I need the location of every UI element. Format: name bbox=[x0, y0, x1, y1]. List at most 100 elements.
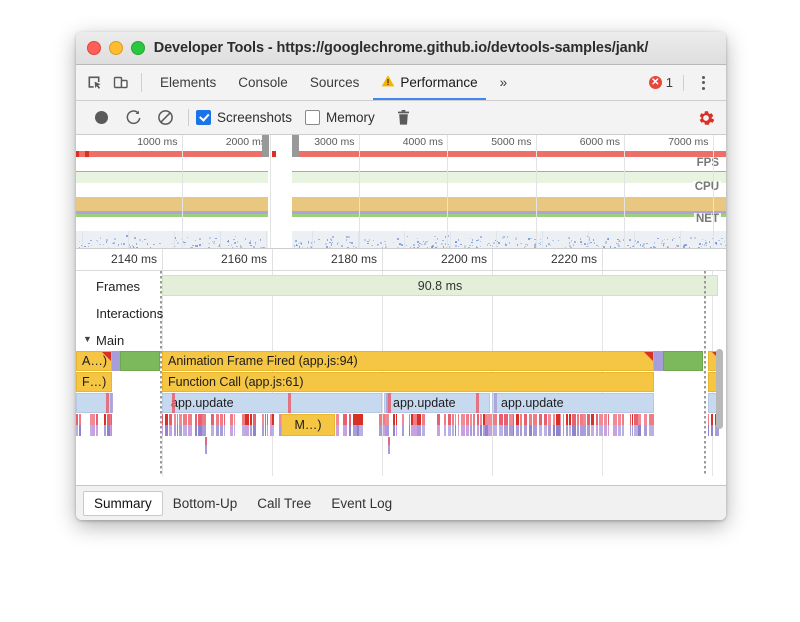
flame-microbar[interactable] bbox=[436, 425, 441, 436]
flame-microbar[interactable] bbox=[96, 425, 98, 436]
flame-microbar[interactable] bbox=[253, 414, 256, 425]
flame-microbar[interactable] bbox=[219, 425, 224, 436]
flame-microbar[interactable] bbox=[103, 414, 106, 425]
selection-end-marker[interactable] bbox=[704, 271, 706, 476]
flame-microbar[interactable] bbox=[447, 414, 451, 425]
flame-microbar[interactable] bbox=[210, 414, 214, 425]
flame-microbar[interactable] bbox=[519, 414, 523, 425]
flame-microbar[interactable] bbox=[169, 414, 173, 425]
flame-block-rendering[interactable] bbox=[112, 351, 120, 371]
flame-block-painting[interactable] bbox=[120, 351, 160, 371]
flame-microbar[interactable] bbox=[162, 414, 163, 425]
flame-microbar[interactable] bbox=[577, 425, 579, 436]
flame-microbar[interactable] bbox=[215, 425, 219, 436]
memory-checkbox[interactable]: Memory bbox=[305, 110, 375, 125]
track-label-interactions[interactable]: Interactions bbox=[96, 306, 163, 321]
flame-microbar[interactable] bbox=[183, 425, 188, 436]
flame-microbar[interactable] bbox=[621, 414, 624, 425]
flame-microbar[interactable] bbox=[162, 425, 163, 436]
flame-microbar[interactable] bbox=[249, 414, 253, 425]
flame-microbar[interactable] bbox=[577, 414, 579, 425]
flame-microbar[interactable] bbox=[480, 425, 482, 436]
flame-block-app-update-2[interactable]: app.update bbox=[384, 393, 490, 413]
flame-microbar[interactable] bbox=[472, 425, 475, 436]
flame-microbar[interactable] bbox=[596, 425, 598, 436]
flame-microbar[interactable] bbox=[359, 425, 363, 436]
flame-microbar[interactable] bbox=[336, 425, 339, 436]
flame-microbar[interactable] bbox=[512, 425, 514, 436]
flame-microbar[interactable] bbox=[219, 414, 224, 425]
flame-microbar[interactable] bbox=[106, 393, 109, 413]
flame-microbar-group-left[interactable] bbox=[76, 414, 112, 436]
flame-microbar[interactable] bbox=[528, 414, 533, 425]
flame-microbar[interactable] bbox=[648, 414, 652, 425]
flame-microbar[interactable] bbox=[401, 425, 405, 436]
flame-microbar[interactable] bbox=[556, 425, 560, 436]
flame-microbar[interactable] bbox=[480, 414, 482, 425]
flame-microbar[interactable] bbox=[476, 393, 479, 413]
flame-block-minor-gc[interactable]: M…) bbox=[281, 414, 335, 436]
flame-microbar[interactable] bbox=[178, 425, 183, 436]
selection-left-handle[interactable] bbox=[262, 135, 269, 157]
flame-block-app-update-1[interactable]: app.update bbox=[162, 393, 382, 413]
flame-microbar[interactable] bbox=[408, 425, 410, 436]
flame-microbar[interactable] bbox=[183, 414, 188, 425]
tab-sources[interactable]: Sources bbox=[299, 65, 371, 100]
flame-microbar[interactable] bbox=[272, 425, 275, 436]
record-button[interactable] bbox=[85, 111, 117, 124]
flame-microbar[interactable] bbox=[455, 425, 457, 436]
flame-microbar[interactable] bbox=[172, 393, 175, 413]
tab-event-log[interactable]: Event Log bbox=[321, 492, 402, 515]
flame-scrollbar[interactable] bbox=[716, 349, 723, 429]
flame-microbar[interactable] bbox=[562, 414, 565, 425]
frame-band[interactable]: 90.8 ms bbox=[162, 275, 718, 296]
flame-microbar-group-main[interactable] bbox=[162, 414, 654, 436]
flame-microbar[interactable] bbox=[596, 414, 598, 425]
flame-microbar[interactable] bbox=[111, 425, 112, 436]
flame-microbar[interactable] bbox=[178, 414, 183, 425]
flame-microbar[interactable] bbox=[288, 393, 291, 413]
flame-microbar[interactable] bbox=[652, 425, 654, 436]
flame-microbar[interactable] bbox=[613, 425, 617, 436]
flame-microbar[interactable] bbox=[494, 393, 497, 413]
flame-microbar[interactable] bbox=[164, 414, 168, 425]
flame-microbar[interactable] bbox=[652, 414, 654, 425]
flame-microbar[interactable] bbox=[444, 425, 447, 436]
flame-microbar[interactable] bbox=[512, 414, 514, 425]
flame-microbar[interactable] bbox=[230, 414, 233, 425]
flame-microbar[interactable] bbox=[603, 425, 607, 436]
flame-microbar[interactable] bbox=[504, 414, 508, 425]
flame-microbar[interactable] bbox=[571, 425, 576, 436]
flame-microbar[interactable] bbox=[638, 414, 642, 425]
flame-microbar[interactable] bbox=[493, 414, 498, 425]
flame-microbar[interactable] bbox=[111, 414, 112, 425]
tab-call-tree[interactable]: Call Tree bbox=[247, 492, 321, 515]
flame-microbar[interactable] bbox=[613, 414, 617, 425]
flame-block-animation-frame-fired[interactable]: Animation Frame Fired (app.js:94) bbox=[162, 351, 654, 371]
flame-microbar[interactable] bbox=[466, 425, 470, 436]
flame-microbar[interactable] bbox=[708, 414, 710, 425]
more-tabs-button[interactable]: » bbox=[489, 65, 519, 100]
selection-right-handle[interactable] bbox=[292, 135, 299, 157]
flame-microbar[interactable] bbox=[617, 414, 621, 425]
flame-microbar[interactable] bbox=[76, 414, 78, 425]
tab-bottom-up[interactable]: Bottom-Up bbox=[163, 492, 248, 515]
flame-microbar[interactable] bbox=[110, 393, 113, 413]
flame-microbar[interactable] bbox=[245, 414, 249, 425]
flame-microbar[interactable] bbox=[460, 414, 465, 425]
reload-and-record-button[interactable] bbox=[117, 109, 149, 126]
flame-microbar[interactable] bbox=[197, 425, 202, 436]
flame-microbar[interactable] bbox=[378, 425, 383, 436]
flame-microbar[interactable] bbox=[352, 414, 357, 425]
flame-microbar[interactable] bbox=[401, 414, 405, 425]
error-badge[interactable]: ✕ 1 bbox=[648, 75, 680, 90]
flame-microbar[interactable] bbox=[378, 414, 383, 425]
flame-microbar[interactable] bbox=[621, 425, 624, 436]
flame-microbar[interactable] bbox=[590, 425, 595, 436]
flame-microbar[interactable] bbox=[552, 414, 555, 425]
flame-microbar[interactable] bbox=[385, 414, 389, 425]
flame-microbar[interactable] bbox=[519, 425, 523, 436]
tab-elements[interactable]: Elements bbox=[149, 65, 227, 100]
flame-microbar[interactable] bbox=[538, 414, 543, 425]
flame-microbar[interactable] bbox=[388, 393, 391, 413]
